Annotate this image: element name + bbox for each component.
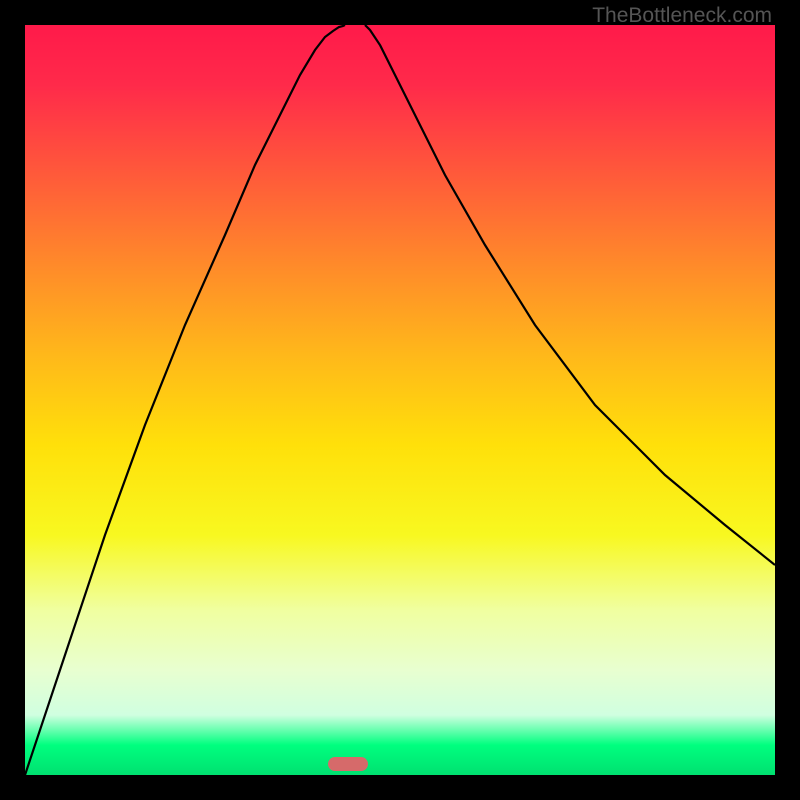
right-curve-path xyxy=(365,25,775,565)
curves-svg xyxy=(25,25,775,775)
watermark-text: TheBottleneck.com xyxy=(592,4,772,28)
left-curve-path xyxy=(25,25,345,775)
chart-container: TheBottleneck.com xyxy=(0,0,800,800)
optimal-marker xyxy=(328,757,368,771)
plot-area xyxy=(25,25,775,775)
